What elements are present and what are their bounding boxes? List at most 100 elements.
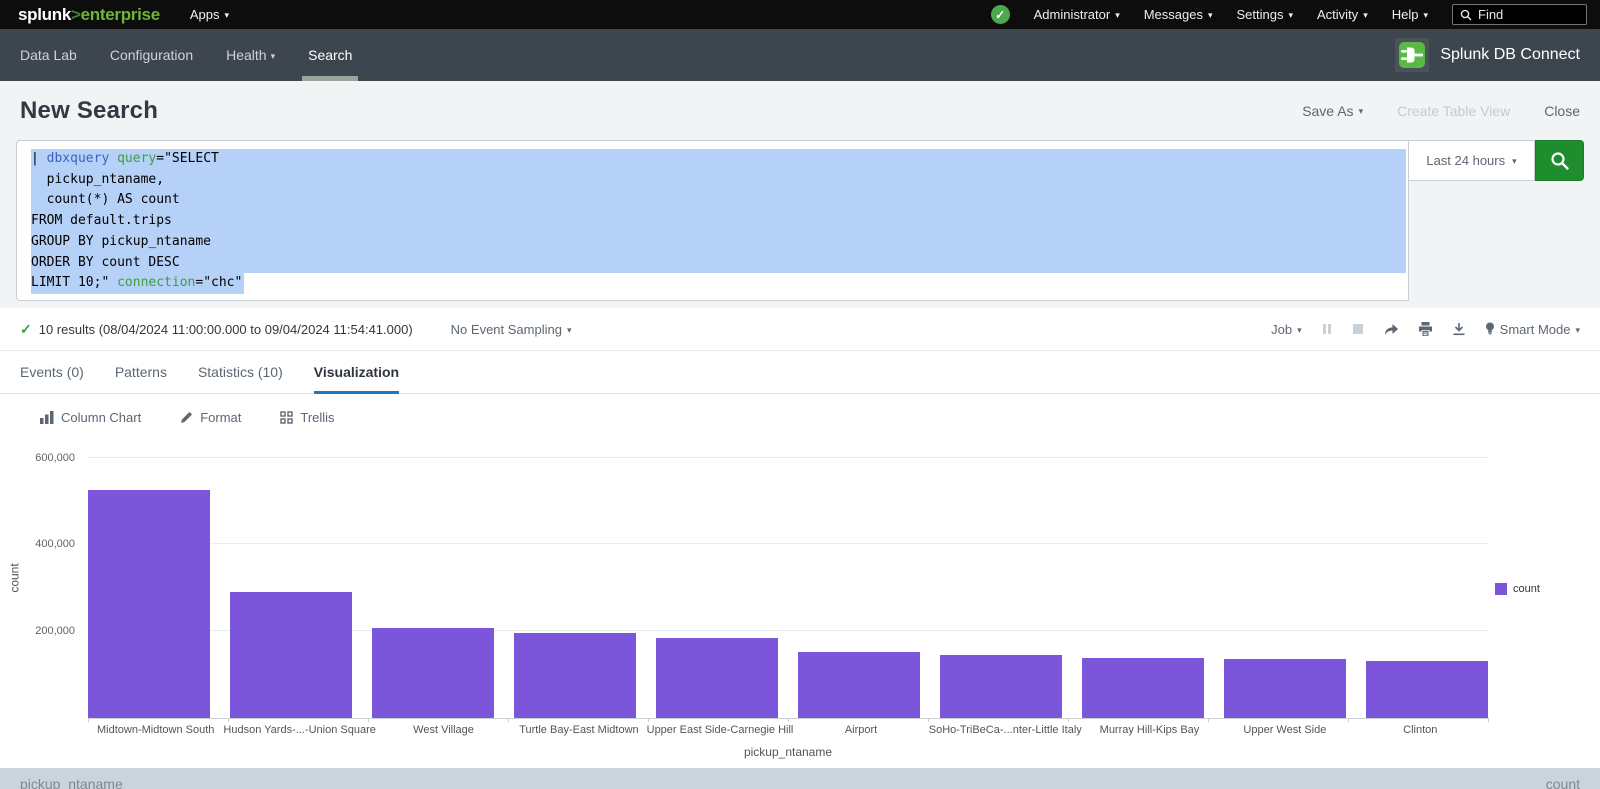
stop-button[interactable] (1352, 323, 1364, 335)
tab-statistics-10[interactable]: Statistics (10) (198, 351, 283, 393)
chart-bar[interactable] (940, 655, 1062, 718)
query-line: FROM default.trips (17, 211, 1408, 232)
topbar-menu-help[interactable]: Help▾ (1392, 7, 1428, 22)
search-icon (1550, 151, 1570, 171)
appbar-item-data-lab[interactable]: Data Lab (20, 29, 77, 81)
x-axis-tick (928, 718, 929, 722)
selected-query-text: | dbxquery query="SELECT (31, 149, 1406, 170)
appbar-item-search[interactable]: Search (308, 29, 352, 81)
x-axis-category-label: West Village (376, 724, 511, 736)
x-axis-tick (1348, 718, 1349, 722)
y-axis-tick-label: 200,000 (35, 625, 75, 637)
appbar-item-health[interactable]: Health ▾ (226, 29, 275, 81)
selected-query-text: LIMIT 10;" connection="chc" (31, 273, 244, 294)
pause-icon (1321, 323, 1333, 335)
splunk-logo: splunk>enterprise (18, 5, 160, 25)
chevron-down-icon: ▾ (1208, 10, 1213, 21)
active-nav-underline (302, 76, 358, 81)
success-check-icon: ✓ (20, 321, 32, 338)
format-button[interactable]: Format (180, 410, 241, 425)
x-axis-category-label: Murray Hill-Kips Bay (1082, 724, 1217, 736)
results-tabs: Events (0) Patterns Statistics (10) Visuali… (0, 350, 1600, 394)
chart-legend[interactable]: count (1495, 583, 1540, 595)
chart-bar[interactable] (514, 633, 636, 718)
pause-button[interactable] (1321, 323, 1333, 335)
chart-bar[interactable] (656, 638, 778, 718)
app-nav-bar: Data Lab Configuration Health ▾ Search Splun… (0, 29, 1600, 81)
x-axis-title: pickup_ntaname (88, 745, 1488, 759)
chart-bar[interactable] (1366, 661, 1488, 718)
table-column-header-left[interactable]: pickup_ntaname (20, 776, 123, 789)
x-axis-category-label: Clinton (1353, 724, 1488, 736)
legend-swatch (1495, 583, 1507, 595)
query-line: GROUP BY pickup_ntaname (17, 232, 1408, 253)
appbar-item-configuration[interactable]: Configuration (110, 29, 193, 81)
appbar-item-label: Search (308, 47, 352, 63)
chart-bar[interactable] (372, 628, 494, 718)
topbar-menu-label: Settings (1237, 7, 1284, 22)
app-name[interactable]: Splunk DB Connect (1440, 46, 1580, 64)
tab-patterns[interactable]: Patterns (115, 351, 167, 393)
legend-label: count (1513, 583, 1540, 595)
topbar-menu-activity[interactable]: Activity▾ (1317, 7, 1368, 22)
x-axis-tick (228, 718, 229, 722)
y-axis-tick-label: 400,000 (35, 538, 75, 550)
chart-bar[interactable] (88, 490, 210, 718)
create-table-view-button[interactable]: Create Table View (1397, 103, 1510, 119)
save-as-button[interactable]: Save As▾ (1302, 103, 1363, 119)
share-button[interactable] (1383, 322, 1399, 336)
top-bar: splunk>enterprise Apps▾ ✓ Administrator▾… (0, 0, 1600, 29)
check-icon: ✓ (995, 8, 1005, 22)
tab-label: Statistics (10) (198, 364, 283, 380)
chart-type-picker[interactable]: Column Chart (40, 410, 141, 425)
query-line: count(*) AS count (17, 190, 1408, 211)
print-button[interactable] (1418, 322, 1433, 336)
trellis-button[interactable]: Trellis (280, 410, 334, 425)
chevron-down-icon: ▾ (1115, 10, 1120, 21)
apps-menu[interactable]: Apps▾ (190, 7, 229, 22)
page-title: New Search (20, 97, 158, 125)
chevron-down-icon: ▾ (567, 325, 572, 336)
find-search-input[interactable]: Find (1452, 4, 1587, 25)
query-editor[interactable]: | dbxquery query="SELECT pickup_ntaname,… (16, 140, 1409, 301)
appbar-item-label: Health (226, 47, 266, 63)
search-mode-dropdown[interactable]: Smart Mode▾ (1485, 322, 1580, 337)
tab-visualization[interactable]: Visualization (314, 351, 399, 393)
x-axis-tick (788, 718, 789, 722)
appbar-items: Data Lab Configuration Health ▾ Search (20, 29, 385, 81)
x-axis-category-label: Midtown-Midtown South (88, 724, 223, 736)
chevron-down-icon: ▾ (271, 51, 276, 62)
chart-bar[interactable] (798, 652, 920, 718)
tab-label: Visualization (314, 364, 399, 380)
close-button[interactable]: Close (1544, 103, 1580, 119)
job-menu[interactable]: Job▾ (1271, 322, 1302, 337)
column-chart-icon (40, 411, 54, 424)
table-column-header-right[interactable]: count (1546, 776, 1580, 789)
chevron-down-icon: ▾ (1297, 325, 1302, 336)
export-button[interactable] (1452, 322, 1466, 336)
print-icon (1418, 322, 1433, 336)
event-sampling-dropdown[interactable]: No Event Sampling▾ (451, 322, 572, 337)
topbar-menu-administrator[interactable]: Administrator▾ (1034, 7, 1120, 22)
chart-bar[interactable] (1224, 659, 1346, 718)
search-submit-button[interactable] (1535, 140, 1584, 181)
x-axis-category-label: SoHo-TriBeCa-...nter-Little Italy (929, 724, 1082, 736)
x-axis-tick (1488, 718, 1489, 722)
chevron-down-icon: ▾ (1423, 10, 1428, 21)
stop-icon (1352, 323, 1364, 335)
chart-bar[interactable] (230, 592, 352, 718)
time-range-picker[interactable]: Last 24 hours▾ (1409, 140, 1535, 181)
x-axis-tick (88, 718, 89, 722)
topbar-menu-label: Activity (1317, 7, 1358, 22)
visualization-controls: Column Chart Format Trellis (0, 394, 1600, 433)
pencil-icon (180, 411, 193, 424)
x-axis-tick (368, 718, 369, 722)
query-line: LIMIT 10;" connection="chc" (17, 273, 1408, 294)
health-status-badge[interactable]: ✓ (991, 5, 1010, 24)
selected-query-text: FROM default.trips (31, 211, 1406, 232)
chart-bar[interactable] (1082, 658, 1204, 718)
topbar-menu-messages[interactable]: Messages▾ (1144, 7, 1213, 22)
x-axis-tick (508, 718, 509, 722)
topbar-menu-settings[interactable]: Settings▾ (1237, 7, 1294, 22)
tab-events-0[interactable]: Events (0) (20, 351, 84, 393)
